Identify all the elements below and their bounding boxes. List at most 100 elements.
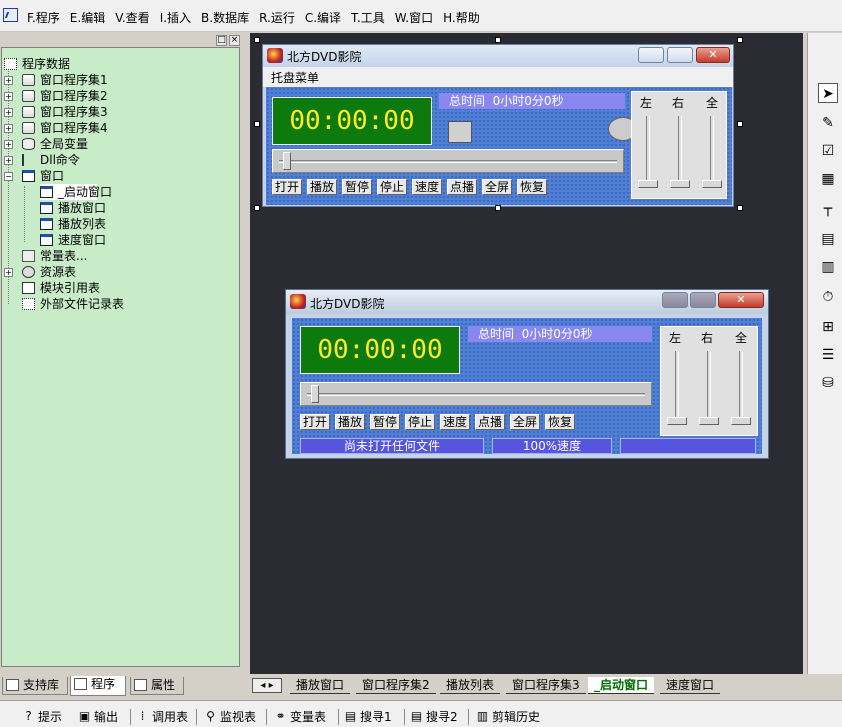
restore-panel-button[interactable]: □ [216,35,227,46]
pause-button[interactable]: 暂停 [370,414,400,430]
speed-button[interactable]: 速度 [412,179,442,195]
ruler-icon[interactable]: ┬ [818,199,838,219]
project-tree[interactable]: 程序数据 + 窗口程序集1 + 窗口程序集2 + 窗口程序集3 + 窗口程序集4… [1,47,240,667]
tab-assembly-2[interactable]: 窗口程序集2 [356,677,436,694]
list-icon[interactable]: ☰ [818,345,838,365]
menu-view[interactable]: V.查看 [110,10,154,26]
tab-call-stack[interactable]: ⁞ 调用表 [136,709,188,725]
stop-button[interactable]: 停止 [405,414,435,430]
preview-window[interactable]: 北方DVD影院 ✕ 00:00:00 总时间 0小时0分0秒 打开 播放 暂停 … [285,289,769,459]
resize-handle[interactable] [737,121,743,127]
expand-icon[interactable]: + [4,108,13,117]
menu-database[interactable]: B.数据库 [196,10,254,26]
progress-slider[interactable] [272,149,624,173]
volume-right-slider[interactable] [699,417,719,425]
resize-handle[interactable] [254,205,260,211]
volume-left-slider[interactable] [638,180,658,188]
pointer-icon[interactable]: ➤ [818,83,838,103]
tab-output[interactable]: ▣ 输出 [78,709,118,725]
resize-handle[interactable] [495,205,501,211]
maximize-button[interactable] [667,47,693,63]
design-canvas[interactable]: 北方DVD影院 ✕ 托盘菜单 00:00:00 总时间 0小时0分0秒 打开 播… [250,33,803,674]
volume-right-slider[interactable] [670,180,690,188]
menu-window[interactable]: W.窗口 [390,10,438,26]
speed-button[interactable]: 速度 [440,414,470,430]
expand-icon[interactable]: + [4,76,13,85]
restore-button[interactable]: 恢复 [517,179,547,195]
volume-all-slider[interactable] [702,180,722,188]
title-bar[interactable]: 北方DVD影院 ✕ [286,290,768,314]
fullscreen-button[interactable]: 全屏 [482,179,512,195]
open-button[interactable]: 打开 [272,179,302,195]
maximize-button[interactable] [690,292,716,308]
menu-program[interactable]: F.程序 [22,10,65,26]
tab-support-library[interactable]: 支持库 [2,677,68,695]
tab-properties[interactable]: 属性 [130,677,184,695]
progress-slider[interactable] [300,382,652,406]
menu-tools[interactable]: T.工具 [346,10,390,26]
volume-left-slider[interactable] [667,417,687,425]
expand-icon[interactable]: + [4,140,13,149]
resize-handle[interactable] [254,37,260,43]
grid-icon[interactable]: ▦ [818,169,838,189]
pause-button[interactable]: 暂停 [342,179,372,195]
timer-icon[interactable]: ⏱ [818,287,838,307]
tab-speed-window[interactable]: 速度窗口 [660,677,721,694]
close-button[interactable]: ✕ [696,47,730,63]
expand-icon[interactable]: + [4,92,13,101]
tab-play-window[interactable]: 播放窗口 [290,677,351,694]
resize-handle[interactable] [254,121,260,127]
menu-compile[interactable]: C.编译 [300,10,346,26]
calendar-icon[interactable] [448,121,472,143]
menu-edit[interactable]: E.编辑 [65,10,110,26]
tab-playlist[interactable]: 播放列表 [440,677,501,694]
menu-help[interactable]: H.帮助 [438,10,485,26]
expand-icon[interactable]: + [4,124,13,133]
expand-icon[interactable]: + [4,268,13,277]
tab-variables[interactable]: ⚭ 变量表 [274,709,326,725]
tab-hint[interactable]: ? 提示 [22,709,62,725]
play-button[interactable]: 播放 [307,179,337,195]
play-button[interactable]: 播放 [335,414,365,430]
startup-window[interactable]: 北方DVD影院 ✕ 托盘菜单 00:00:00 总时间 0小时0分0秒 打开 播… [262,44,734,207]
close-button[interactable]: ✕ [718,292,764,308]
minimize-button[interactable] [638,47,664,63]
resize-handle[interactable] [495,37,501,43]
minimize-button[interactable] [662,292,688,308]
network-icon[interactable]: ⊞ [818,317,838,337]
calendar-icon[interactable]: ▤ [818,229,838,249]
vod-button[interactable]: 点播 [447,179,477,195]
slider-knob[interactable] [311,385,319,403]
menu-insert[interactable]: I.插入 [155,10,196,26]
resize-handle[interactable] [737,205,743,211]
restore-button[interactable]: 恢复 [545,414,575,430]
stop-button[interactable]: 停止 [377,179,407,195]
collapse-icon[interactable]: − [4,172,13,181]
tab-search-1[interactable]: ▤ 搜寻1 [344,709,392,725]
edit-box-icon[interactable]: ✎ [818,113,838,133]
tray-menu[interactable]: 托盘菜单 [271,69,319,86]
tab-search-2[interactable]: ▤ 搜寻2 [410,709,458,725]
menu-bar: F.程序 E.编辑 V.查看 I.插入 B.数据库 R.运行 C.编译 T.工具… [0,0,842,32]
tab-startup-window[interactable]: _启动窗口 [588,677,655,694]
app-icon[interactable] [3,8,18,22]
tab-watch[interactable]: ⚲ 监视表 [204,709,256,725]
tab-clip-history[interactable]: ▥ 剪辑历史 [476,709,540,725]
expand-icon[interactable]: + [4,156,13,165]
vod-button[interactable]: 点播 [475,414,505,430]
open-button[interactable]: 打开 [300,414,330,430]
slider-knob[interactable] [283,152,291,170]
tree-node-selected[interactable]: _启动窗口 [40,184,112,200]
checkbox-icon[interactable]: ☑ [818,141,838,161]
volume-all-slider[interactable] [731,417,751,425]
tab-program[interactable]: 程序 [70,676,126,696]
title-bar[interactable]: 北方DVD影院 ✕ [263,45,733,67]
tab-scroll-arrows[interactable]: ◂ ▸ [252,678,282,693]
month-calendar-icon[interactable]: ▥ [818,257,838,277]
resize-handle[interactable] [737,37,743,43]
tab-assembly-3[interactable]: 窗口程序集3 [506,677,586,694]
fullscreen-button[interactable]: 全屏 [510,414,540,430]
close-panel-button[interactable]: × [229,35,240,46]
odbc-icon[interactable]: ⛁ [818,373,838,393]
menu-run[interactable]: R.运行 [254,10,300,26]
